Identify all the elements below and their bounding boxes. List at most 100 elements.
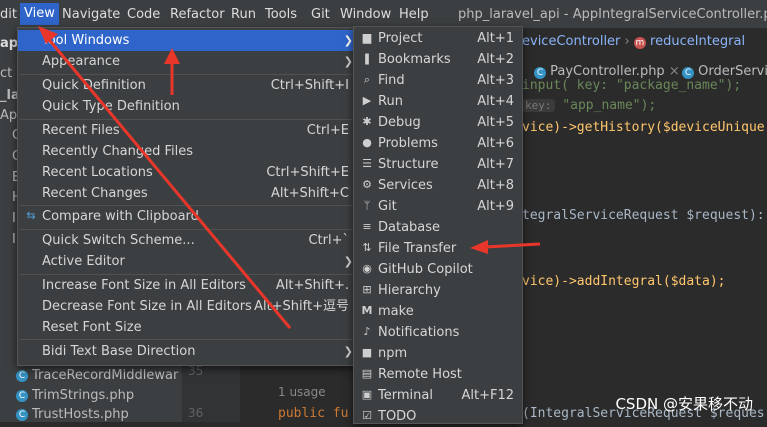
submenu-item-database[interactable]: ≡ Database <box>354 217 522 238</box>
bug-icon: ✱ <box>362 115 372 128</box>
menu-refactor[interactable]: Refactor <box>170 7 225 22</box>
param-hint: key: <box>522 99 555 112</box>
code-line: vice)->getHistory($deviceUnique <box>522 120 765 135</box>
menu-navigate[interactable]: Navigate <box>62 7 120 22</box>
make-icon: M <box>361 304 373 317</box>
file-label: TrimStrings.php <box>32 388 135 403</box>
menu-item-appearance[interactable]: Appearance ❯ <box>18 51 357 72</box>
close-icon[interactable]: × <box>669 64 680 79</box>
menu-item-increase-font[interactable]: Increase Font Size in All Editors Alt+Shi… <box>18 275 357 296</box>
menu-item-compare-clipboard[interactable]: ⇆ Compare with Clipboard <box>18 206 357 227</box>
database-icon: ≡ <box>362 220 372 233</box>
submenu-item-problems[interactable]: ● Problems Alt+6 <box>354 133 522 154</box>
php-class-icon: C <box>16 390 28 402</box>
submenu-item-npm[interactable]: ■ npm <box>354 343 522 364</box>
menu-code[interactable]: Code <box>127 7 160 22</box>
chevron-right-icon: › <box>624 34 634 49</box>
bell-icon: ♪ <box>363 325 371 338</box>
hierarchy-icon: ⊞ <box>362 283 372 296</box>
menu-view[interactable]: View <box>20 3 59 25</box>
terminal-icon: ▣ <box>361 388 373 401</box>
run-icon: ▶ <box>362 94 372 107</box>
menu-item-recent-changes[interactable]: Recent Changes Alt+Shift+C <box>18 183 357 204</box>
menu-item-quick-type-definition[interactable]: Quick Type Definition <box>18 96 357 117</box>
code-line: key: "app_name"); <box>522 98 656 113</box>
view-menu: Tool Windows ❯ Appearance ❯ Quick Definiti… <box>17 27 358 366</box>
code-line: vice)->addIntegral($data); <box>522 274 726 289</box>
submenu-item-git[interactable]: ᛘ Git Alt+9 <box>354 196 522 217</box>
menu-item-recently-changed-files[interactable]: Recently Changed Files <box>18 141 357 162</box>
search-icon: ⌕ <box>363 73 371 86</box>
menu-item-tool-windows[interactable]: Tool Windows ❯ <box>18 30 357 51</box>
structure-icon: ☰ <box>362 157 372 170</box>
remote-icon: ▤ <box>361 367 373 380</box>
project-fragment: I <box>12 232 16 247</box>
submenu-item-structure[interactable]: ☰ Structure Alt+7 <box>354 154 522 175</box>
submenu-item-file-transfer[interactable]: ⇅ File Transfer <box>354 238 522 259</box>
file-label: TrustHosts.php <box>32 407 129 422</box>
tab-orderservice[interactable]: C OrderServi <box>682 64 767 79</box>
todo-icon: ☑ <box>362 409 372 422</box>
line-number: 35 <box>188 364 204 378</box>
code-line: tegralServiceRequest $request): <box>522 208 765 223</box>
code-line: public fu <box>278 406 349 421</box>
method-icon: m <box>633 37 646 49</box>
tab-label: OrderServi <box>698 64 767 79</box>
menu-item-reset-font[interactable]: Reset Font Size <box>18 317 357 338</box>
file-item[interactable]: C TrimStrings.php <box>16 388 135 403</box>
menu-run[interactable]: Run <box>231 7 256 22</box>
compare-icon: ⇆ <box>26 209 36 222</box>
submenu-item-make[interactable]: Mmake <box>354 301 522 322</box>
php-class-icon: C <box>16 370 28 382</box>
file-label: TraceRecordMiddlewar <box>32 368 179 383</box>
php-class-icon: C <box>16 409 28 421</box>
menu-item-recent-locations[interactable]: Recent Locations Ctrl+Shift+E <box>18 162 357 183</box>
submenu-item-github-copilot[interactable]: ◉ GitHub Copilot <box>354 259 522 280</box>
tab-paycontroller[interactable]: C PayController.php × <box>534 64 680 79</box>
submenu-item-notifications[interactable]: ♪ Notifications <box>354 322 522 343</box>
menu-git[interactable]: Git <box>311 7 330 22</box>
window-title: php_laravel_api - AppIntegralServiceCont… <box>458 7 767 22</box>
copilot-icon: ◉ <box>362 262 372 275</box>
project-fragment: I <box>12 211 16 226</box>
submenu-item-hierarchy[interactable]: ⊞ Hierarchy <box>354 280 522 301</box>
line-number: 36 <box>188 406 204 420</box>
file-item[interactable]: C TraceRecordMiddlewar <box>16 368 179 383</box>
submenu-item-services[interactable]: ⚙ Services Alt+8 <box>354 175 522 196</box>
tool-windows-submenu: ▆ Project Alt+1 ❚ Bookmarks Alt+2 ⌕ Find Alt+3… <box>353 26 523 424</box>
bookmark-icon: ❚ <box>362 52 372 65</box>
menu-edit[interactable]: dit <box>0 7 17 22</box>
breadcrumb-class[interactable]: eviceController <box>522 34 620 49</box>
tab-label: PayController.php <box>550 64 665 79</box>
npm-icon: ■ <box>361 346 373 359</box>
chevron-right-icon: ❯ <box>343 34 353 47</box>
submenu-item-debug[interactable]: ✱ Debug Alt+5 <box>354 112 522 133</box>
chevron-right-icon: ❯ <box>343 55 353 68</box>
submenu-item-remote-host[interactable]: ▤ Remote Host <box>354 364 522 385</box>
usage-hint[interactable]: 1 usage <box>278 385 326 399</box>
submenu-item-project[interactable]: ▆ Project Alt+1 <box>354 28 522 49</box>
submenu-item-bookmarks[interactable]: ❚ Bookmarks Alt+2 <box>354 49 522 70</box>
project-fragment: ct <box>0 66 13 81</box>
breadcrumb-method[interactable]: reduceIntegral <box>650 34 745 49</box>
menu-item-recent-files[interactable]: Recent Files Ctrl+E <box>18 120 357 141</box>
code-line: input( key: "package_name"); <box>522 78 742 93</box>
menu-help[interactable]: Help <box>399 7 429 22</box>
menu-tools[interactable]: Tools <box>265 7 297 22</box>
transfer-icon: ⇅ <box>362 241 372 254</box>
menu-item-quick-switch-scheme[interactable]: Quick Switch Scheme... Ctrl+` <box>18 230 357 251</box>
menu-item-quick-definition[interactable]: Quick Definition Ctrl+Shift+I <box>18 75 357 96</box>
menu-bar: dit View Navigate Code Refactor Run Tool… <box>0 0 767 28</box>
menu-separator <box>20 339 355 340</box>
chevron-right-icon: ❯ <box>343 255 353 268</box>
submenu-item-todo[interactable]: ☑ TODO <box>354 406 522 427</box>
menu-item-bidi-direction[interactable]: Bidi Text Base Direction ❯ <box>18 341 357 362</box>
submenu-item-find[interactable]: ⌕ Find Alt+3 <box>354 70 522 91</box>
file-item[interactable]: C TrustHosts.php <box>16 407 129 422</box>
menu-window[interactable]: Window <box>340 7 391 22</box>
breadcrumb: eviceController › m reduceIntegral <box>522 34 745 49</box>
submenu-item-terminal[interactable]: ▣ Terminal Alt+F12 <box>354 385 522 406</box>
submenu-item-run[interactable]: ▶ Run Alt+4 <box>354 91 522 112</box>
menu-item-active-editor[interactable]: Active Editor ❯ <box>18 251 357 272</box>
menu-item-decrease-font[interactable]: Decrease Font Size in All Editors Alt+Shi… <box>18 296 357 317</box>
